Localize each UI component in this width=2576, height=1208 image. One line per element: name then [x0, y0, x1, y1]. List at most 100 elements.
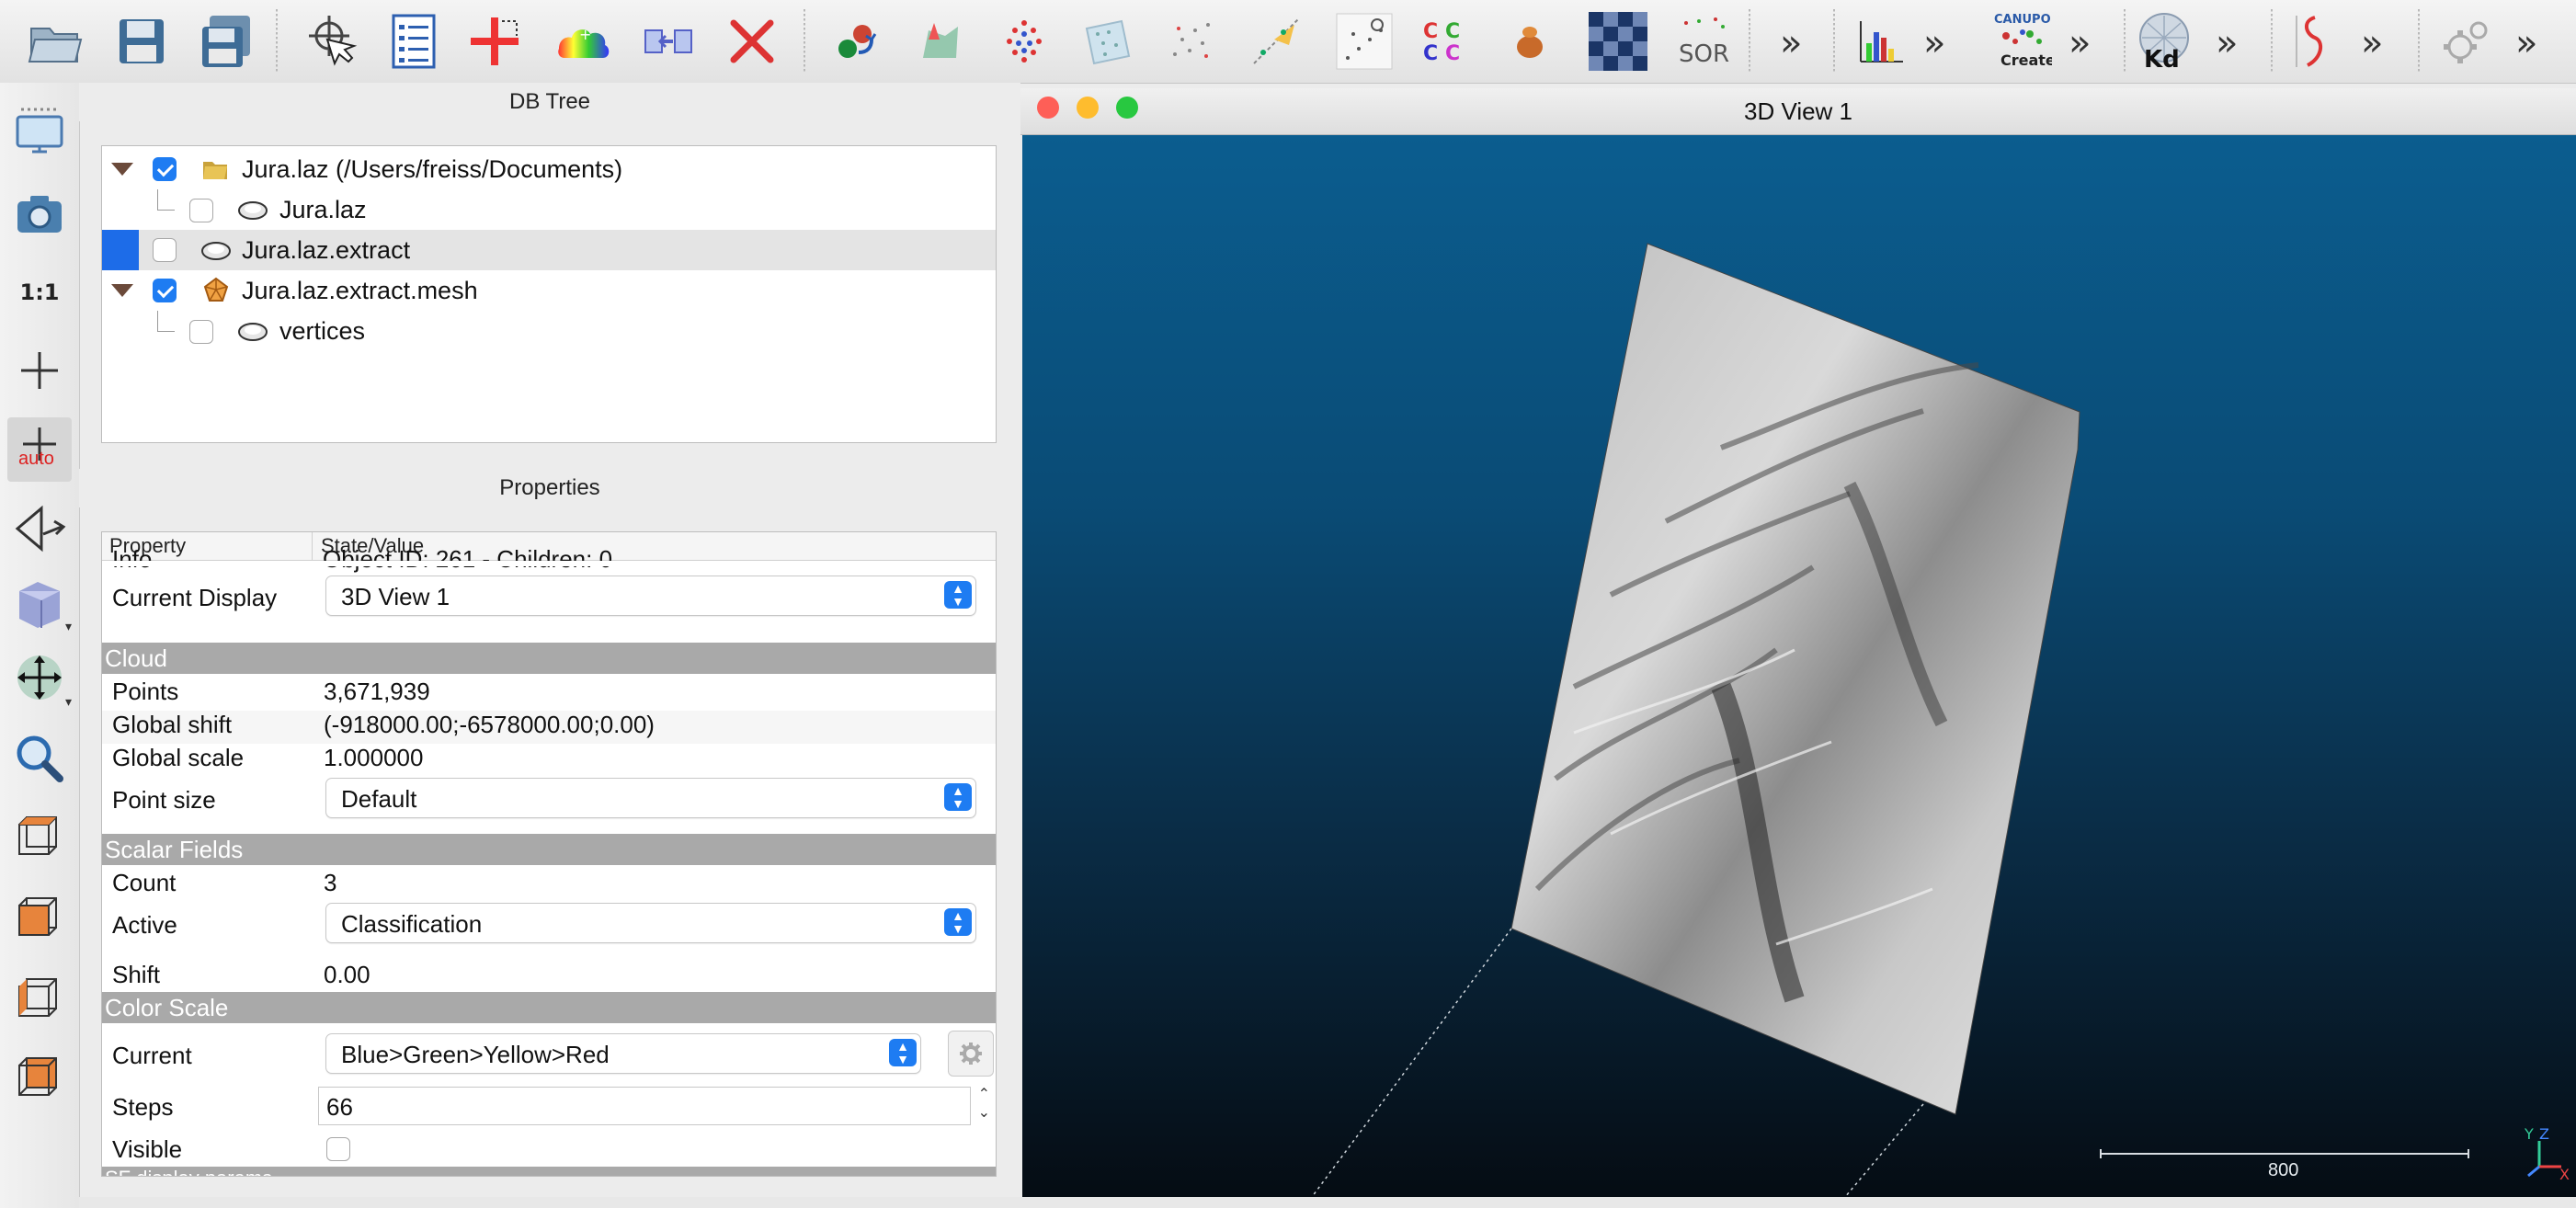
tree-item-extract[interactable]: Jura.laz.extract	[102, 230, 996, 270]
light-cube-icon[interactable]: ▾	[7, 570, 72, 634]
toolbar-overflow-icon[interactable]: »	[2069, 22, 2092, 64]
sor-filter-icon[interactable]: SOR	[1671, 10, 1734, 73]
3d-viewport[interactable]: 800 Y Z X	[1022, 135, 2576, 1197]
steps-spinbox[interactable]: 66 ⌃ ⌄	[318, 1087, 990, 1125]
color-scale-editor-button[interactable]	[948, 1031, 994, 1077]
tree-item-vertices[interactable]: vertices	[102, 311, 996, 351]
toolbar-separator	[804, 9, 805, 74]
view-left-icon[interactable]	[7, 965, 72, 1030]
tree-checkbox[interactable]	[189, 199, 213, 222]
selection-marker	[102, 230, 139, 270]
distance-icon[interactable]	[1333, 10, 1396, 73]
segment-icon[interactable]	[908, 10, 971, 73]
point-cloud-icon	[238, 323, 268, 341]
toolbar-overflow-icon[interactable]: »	[2515, 22, 2538, 64]
current-display-combo[interactable]: 3D View 1	[325, 576, 976, 616]
toolbar-separator	[2418, 9, 2420, 74]
view-back-icon[interactable]	[7, 1044, 72, 1109]
tree-item-jura-group[interactable]: Jura.laz (/Users/freiss/Documents)	[102, 149, 996, 189]
tree-item-label: vertices	[279, 317, 366, 345]
delete-icon[interactable]	[721, 10, 783, 73]
prop-row-steps: Steps 66 ⌃ ⌄	[102, 1086, 996, 1126]
canupo-create-icon[interactable]: CANUPO Create	[1991, 10, 2054, 73]
tree-item-jura-cloud[interactable]: Jura.laz	[102, 189, 996, 230]
camera-icon[interactable]	[7, 182, 72, 246]
close-window-icon[interactable]	[1037, 97, 1059, 119]
expand-arrow-icon[interactable]	[111, 163, 133, 176]
combo-arrow-icon	[944, 908, 972, 936]
zoom-icon[interactable]	[7, 726, 72, 791]
properties-title: Properties	[79, 469, 1020, 507]
pivot-icon[interactable]	[7, 338, 72, 403]
active-sf-combo[interactable]: Classification	[325, 903, 976, 943]
svg-text:Kd: Kd	[2144, 46, 2180, 71]
spinner-arrows-icon[interactable]: ⌃ ⌄	[978, 1086, 990, 1123]
minimize-window-icon[interactable]	[1077, 97, 1099, 119]
toolbar-overflow-icon[interactable]: »	[2216, 22, 2239, 64]
db-tree-title: DB Tree	[79, 83, 1020, 121]
perspective-icon[interactable]	[7, 496, 72, 561]
save-all-icon[interactable]	[195, 10, 257, 73]
view-toolbar: 1:1 auto ▾ ▾	[0, 83, 80, 1208]
tree-checkbox[interactable]	[153, 157, 177, 181]
registration-icon[interactable]	[824, 10, 886, 73]
folder-icon	[203, 162, 227, 179]
toolbar-overflow-icon[interactable]: »	[2361, 22, 2384, 64]
kd-tree-icon[interactable]: Kd	[2133, 10, 2195, 73]
point-size-combo[interactable]: Default	[325, 778, 976, 818]
list-icon[interactable]	[382, 10, 445, 73]
subsample-icon[interactable]	[1076, 10, 1138, 73]
pick-rotation-center-icon[interactable]	[298, 10, 360, 73]
open-icon[interactable]	[24, 10, 86, 73]
pivot-auto-icon[interactable]: auto	[7, 417, 72, 482]
move-icon[interactable]: ▾	[7, 645, 72, 710]
section-color-scale: Color Scale	[102, 992, 996, 1023]
svg-text:+: +	[579, 26, 591, 43]
view-title: 3D View 1	[1743, 97, 1853, 125]
tree-checkbox[interactable]	[153, 279, 177, 302]
translate-rotate-icon[interactable]	[463, 10, 526, 73]
tree-branch	[157, 189, 175, 211]
color-scale-combo[interactable]: Blue>Green>Yellow>Red	[325, 1033, 921, 1074]
scale-bar	[2100, 1153, 2469, 1155]
prop-row-current-scale: Current Blue>Green>Yellow>Red	[102, 1027, 996, 1078]
section-sf-display: SF display params	[102, 1167, 996, 1176]
terrain-mesh[interactable]	[1022, 135, 2576, 1197]
merge-icon[interactable]	[636, 10, 699, 73]
svg-text:C: C	[1423, 42, 1438, 65]
tree-checkbox[interactable]	[189, 320, 213, 344]
checkerboard-icon[interactable]	[1587, 10, 1649, 73]
save-icon[interactable]	[110, 10, 173, 73]
svg-text:Z: Z	[2539, 1125, 2549, 1143]
fullscreen-icon[interactable]	[7, 101, 72, 165]
view-top-icon[interactable]	[7, 803, 72, 868]
maximize-window-icon[interactable]	[1116, 97, 1138, 119]
axis-trihedron-icon: Y Z X	[2524, 1125, 2570, 1183]
toolbar-overflow-icon[interactable]: »	[1780, 22, 1803, 64]
combo-arrow-icon	[889, 1039, 917, 1066]
view-front-icon[interactable]	[7, 884, 72, 949]
tree-checkbox[interactable]	[153, 238, 177, 262]
plugin-icon[interactable]	[2436, 10, 2499, 73]
tree-item-label: Jura.laz.extract	[242, 236, 411, 264]
visible-checkbox[interactable]	[326, 1137, 350, 1161]
statistics-icon[interactable]	[1499, 10, 1561, 73]
curve-icon[interactable]	[2282, 10, 2344, 73]
expand-arrow-icon[interactable]	[111, 284, 133, 297]
tree-item-label: Jura.laz.extract.mesh	[242, 277, 478, 304]
tree-item-mesh[interactable]: Jura.laz.extract.mesh	[102, 270, 996, 311]
toolbar-overflow-icon[interactable]: »	[1923, 22, 1946, 64]
prop-row-active: Active Classification	[102, 900, 996, 946]
main-toolbar: + CCCC SOR » » CANUPO Create » Kd » » »	[0, 0, 2576, 84]
sample-points-icon[interactable]	[993, 10, 1055, 73]
cc-compare-icon[interactable]: CCCC	[1416, 10, 1478, 73]
prop-row-current-display: Current Display 3D View 1	[102, 573, 996, 619]
noise-filter-icon[interactable]	[1160, 10, 1223, 73]
histogram-icon[interactable]	[1850, 10, 1912, 73]
svg-text:Y: Y	[2524, 1125, 2534, 1143]
zoom-1-1-icon[interactable]: 1:1	[7, 260, 72, 325]
svg-text:Create: Create	[2000, 51, 2052, 69]
normal-icon[interactable]	[1245, 10, 1307, 73]
rgb-cloud-icon[interactable]: +	[552, 10, 614, 73]
view-title-bar: 3D View 1	[1020, 88, 2576, 135]
